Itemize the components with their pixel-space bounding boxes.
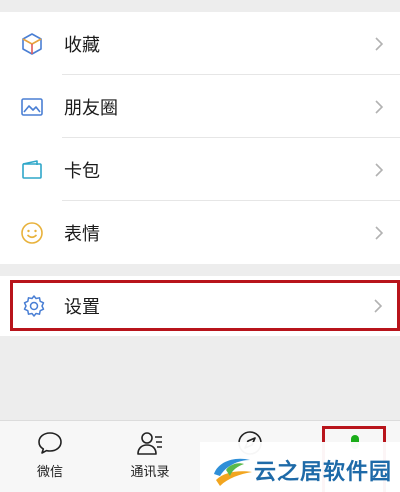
menu-item-label: 卡包 [64, 160, 100, 182]
chat-bubble-icon [38, 432, 62, 454]
tab-contacts[interactable]: 通讯录 [100, 421, 200, 492]
cube-icon [22, 32, 42, 55]
chevron-right-icon [375, 36, 384, 51]
tab-chats[interactable]: 微信 [0, 421, 100, 492]
photo-icon [21, 97, 43, 116]
menu-item-label: 朋友圈 [64, 97, 118, 119]
contacts-icon [137, 432, 162, 455]
menu-item-stickers[interactable]: 表情 [0, 201, 400, 264]
watermark-text: 云之居软件园 [254, 460, 393, 485]
chevron-right-icon [375, 162, 384, 177]
watermark-logo-icon [214, 458, 252, 486]
menu-item-favorites[interactable]: 收藏 [0, 12, 400, 75]
settings-group: 设置 [0, 276, 400, 336]
chevron-right-icon [374, 298, 383, 313]
tab-label: 微信 [36, 465, 63, 480]
settings-label: 设置 [64, 296, 100, 318]
gear-icon [23, 294, 45, 317]
card-wallet-icon [22, 159, 42, 179]
me-menu-group: 收藏 朋友圈 卡包 表情 [0, 12, 400, 264]
smiley-icon [21, 221, 43, 244]
chevron-right-icon [375, 225, 384, 240]
tab-label: 通讯录 [130, 465, 170, 480]
chevron-right-icon [375, 99, 384, 114]
top-separator [0, 0, 400, 12]
watermark: 云之居软件园 [200, 442, 400, 492]
menu-item-cards[interactable]: 卡包 [0, 138, 400, 201]
menu-item-settings[interactable]: 设置 [10, 280, 400, 331]
menu-item-label: 表情 [64, 223, 100, 245]
menu-item-moments[interactable]: 朋友圈 [0, 75, 400, 138]
menu-item-label: 收藏 [64, 34, 100, 56]
